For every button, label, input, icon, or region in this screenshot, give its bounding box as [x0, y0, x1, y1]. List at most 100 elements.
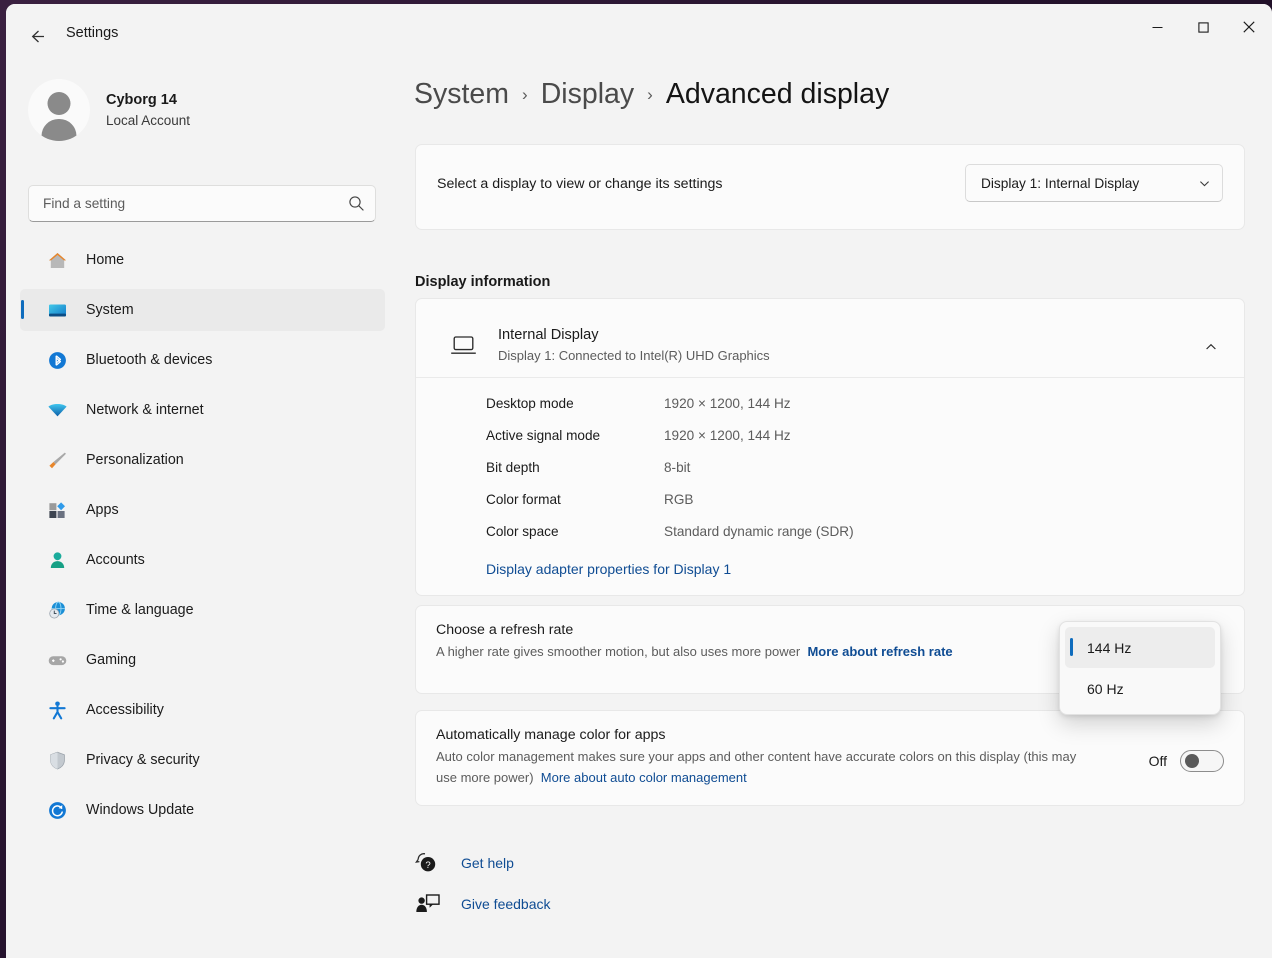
- breadcrumb-separator: ›: [647, 84, 653, 104]
- window-controls: [1134, 4, 1272, 50]
- search-input[interactable]: [43, 196, 348, 211]
- display-selector-label: Select a display to view or change its s…: [437, 176, 723, 192]
- search-icon: [349, 196, 364, 211]
- sidebar-item-label: Accounts: [86, 552, 145, 568]
- maximize-icon: [1197, 21, 1209, 33]
- apps-icon: [46, 499, 68, 521]
- window-title: Settings: [66, 25, 119, 41]
- sidebar-item-privacy-security[interactable]: Privacy & security: [20, 739, 385, 781]
- maximize-button[interactable]: [1180, 4, 1226, 50]
- close-button[interactable]: [1226, 4, 1272, 50]
- get-help-link[interactable]: ? Get help: [415, 851, 514, 875]
- minimize-button[interactable]: [1134, 4, 1180, 50]
- sidebar-item-personalization[interactable]: Personalization: [20, 439, 385, 481]
- sidebar-item-bluetooth-devices[interactable]: Bluetooth & devices: [20, 339, 385, 381]
- account-name: Cyborg 14: [106, 91, 177, 108]
- display-info-rows: Desktop mode 1920 × 1200, 144 Hz Active …: [486, 387, 854, 579]
- account-tile[interactable]: Cyborg 14 Local Account: [28, 79, 190, 141]
- sidebar-item-time-language[interactable]: Time & language: [20, 589, 385, 631]
- info-value: Standard dynamic range (SDR): [664, 523, 854, 539]
- breadcrumb-item-display[interactable]: Display: [541, 78, 634, 111]
- info-value: RGB: [664, 491, 694, 507]
- sidebar-item-label: Privacy & security: [86, 752, 200, 768]
- sidebar-item-accounts[interactable]: Accounts: [20, 539, 385, 581]
- avatar: [28, 79, 90, 141]
- refresh-rate-option-144hz[interactable]: 144 Hz: [1065, 627, 1215, 668]
- info-value: 8-bit: [664, 459, 691, 475]
- minimize-icon: [1152, 26, 1162, 28]
- sidebar-item-label: Personalization: [86, 452, 184, 468]
- breadcrumb: System › Display › Advanced display: [414, 78, 889, 111]
- display-information-card: Internal Display Display 1: Connected to…: [415, 298, 1245, 596]
- content-area: System › Display › Advanced display Sele…: [402, 66, 1272, 958]
- display-selector-dropdown[interactable]: Display 1: Internal Display: [965, 164, 1223, 202]
- card-divider: [416, 377, 1244, 378]
- info-label: Desktop mode: [486, 395, 574, 411]
- toggle-knob: [1185, 754, 1199, 768]
- refresh-rate-description: A higher rate gives smoother motion, but…: [436, 644, 801, 659]
- info-label: Color space: [486, 523, 559, 539]
- sidebar-item-label: Home: [86, 252, 125, 268]
- chevron-down-icon: [1200, 180, 1209, 186]
- display-adapter-properties-link[interactable]: Display adapter properties for Display 1: [486, 561, 731, 577]
- sidebar-item-label: Gaming: [86, 652, 137, 668]
- sidebar-item-gaming[interactable]: Gaming: [20, 639, 385, 681]
- sidebar-item-label: Bluetooth & devices: [86, 352, 213, 368]
- auto-color-title: Automatically manage color for apps: [436, 727, 666, 743]
- auto-color-toggle[interactable]: [1180, 750, 1224, 772]
- sidebar-item-accessibility[interactable]: Accessibility: [20, 689, 385, 731]
- account-type: Local Account: [106, 112, 191, 128]
- collapse-display-info-button[interactable]: [1196, 332, 1226, 362]
- help-question-icon: ?: [415, 853, 436, 872]
- chevron-up-icon: [1206, 343, 1216, 350]
- sidebar: Cyborg 14 Local Account Home: [6, 66, 402, 958]
- clock-globe-icon: [46, 599, 68, 621]
- sidebar-item-home[interactable]: Home: [20, 239, 385, 281]
- breadcrumb-item-system[interactable]: System: [414, 78, 509, 111]
- avatar-head: [47, 92, 71, 115]
- auto-color-toggle-state: Off: [1148, 753, 1167, 769]
- avatar-body: [41, 119, 77, 141]
- auto-color-card: Automatically manage color for apps Auto…: [415, 710, 1245, 806]
- display-information-heading: Display information: [415, 274, 551, 290]
- give-feedback-link[interactable]: Give feedback: [415, 892, 551, 916]
- get-help-label: Get help: [461, 855, 514, 871]
- sidebar-item-apps[interactable]: Apps: [20, 489, 385, 531]
- search-box[interactable]: [28, 185, 376, 222]
- more-about-auto-color-link[interactable]: More about auto color management: [541, 770, 747, 785]
- accounts-person-icon: [46, 549, 68, 571]
- info-value: 1920 × 1200, 144 Hz: [664, 395, 791, 411]
- refresh-rate-option-label: 144 Hz: [1087, 639, 1132, 656]
- sidebar-item-system[interactable]: System: [20, 289, 385, 331]
- info-label: Active signal mode: [486, 427, 601, 443]
- display-device-subtitle: Display 1: Connected to Intel(R) UHD Gra…: [498, 348, 770, 363]
- sidebar-item-label: Network & internet: [86, 402, 204, 418]
- refresh-rate-option-60hz[interactable]: 60 Hz: [1065, 668, 1215, 709]
- display-selector-card: Select a display to view or change its s…: [415, 144, 1245, 230]
- sidebar-item-label: System: [86, 302, 134, 318]
- wifi-icon: [46, 399, 68, 421]
- laptop-icon: [450, 335, 477, 362]
- back-button[interactable]: [18, 18, 56, 54]
- more-about-refresh-rate-link[interactable]: More about refresh rate: [807, 644, 952, 659]
- bluetooth-icon: [46, 349, 68, 371]
- info-row: Color format RGB: [486, 483, 854, 515]
- sidebar-item-label: Time & language: [86, 602, 194, 618]
- sidebar-item-label: Accessibility: [86, 702, 164, 718]
- svg-text:?: ?: [425, 860, 430, 871]
- home-icon: [46, 249, 68, 271]
- gamepad-icon: [46, 649, 68, 671]
- info-row: Bit depth 8-bit: [486, 451, 854, 483]
- title-bar: Settings: [6, 4, 1272, 66]
- refresh-rate-option-label: 60 Hz: [1087, 680, 1124, 697]
- display-device-name: Internal Display: [498, 327, 599, 343]
- info-label: Color format: [486, 491, 561, 507]
- info-label: Bit depth: [486, 459, 540, 475]
- breadcrumb-separator: ›: [522, 84, 528, 104]
- accessibility-person-icon: [46, 699, 68, 721]
- sidebar-item-network-internet[interactable]: Network & internet: [20, 389, 385, 431]
- close-icon: [1243, 21, 1255, 33]
- sidebar-item-label: Windows Update: [86, 802, 195, 818]
- refresh-rate-dropdown-flyout: 144 Hz 60 Hz: [1059, 621, 1221, 715]
- sidebar-item-windows-update[interactable]: Windows Update: [20, 789, 385, 831]
